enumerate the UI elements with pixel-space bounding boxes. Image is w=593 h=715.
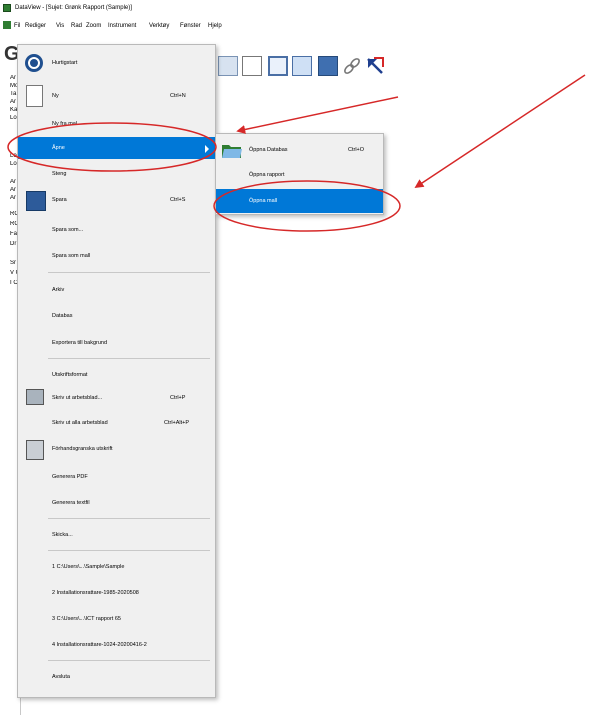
app-icon bbox=[3, 4, 11, 12]
menu-item-label: 2 Installationsrattare-1985-2020508 bbox=[52, 590, 139, 596]
file-menu: Hurtigstart Ny Ctrl+N Ny fra mal Åpne St… bbox=[17, 44, 216, 698]
menu-item-recent-3[interactable]: 3 C:\Users\...\ICT rapport 65 bbox=[18, 607, 215, 631]
menu-item-label: 4 Installationsrattare-1024-20200416-2 bbox=[52, 642, 147, 648]
link-toolbar-icon[interactable] bbox=[342, 56, 362, 76]
menu-item-generate-pdf[interactable]: Generera PDF bbox=[18, 465, 215, 489]
submenu-item-shortcut: Ctrl+O bbox=[348, 147, 365, 153]
menu-item-database[interactable]: Databas bbox=[18, 304, 215, 328]
menu-item-print-preview[interactable]: Förhandsgranska utskrift bbox=[18, 437, 215, 463]
menu-item-label: Avsluta bbox=[52, 674, 70, 680]
menu-item-label: Databas bbox=[52, 313, 73, 319]
open-submenu: Öppna Databas Ctrl+O Öppna rapport Öppna… bbox=[215, 133, 384, 215]
quickstart-header[interactable]: Hurtigstart bbox=[18, 49, 215, 77]
menu-item-label: Exportera till bakgrund bbox=[52, 340, 108, 346]
menu-item-shortcut: Ctrl+P bbox=[170, 395, 186, 401]
menu-item-label: Spara som mall bbox=[52, 253, 91, 259]
menu-separator bbox=[48, 518, 210, 519]
menu-item-label: Åpne bbox=[52, 145, 65, 151]
save-disk-icon bbox=[26, 191, 46, 211]
menu-vis[interactable]: Vis bbox=[56, 23, 64, 29]
menu-item-shortcut: Ctrl+S bbox=[170, 197, 186, 203]
menu-item-send[interactable]: Skicka... bbox=[18, 523, 215, 547]
menu-item-open[interactable]: Åpne bbox=[18, 137, 215, 159]
menu-item-label: Spara som... bbox=[52, 227, 84, 233]
submenu-arrow-icon bbox=[205, 145, 209, 153]
submenu-item-open-report[interactable]: Öppna rapport bbox=[216, 163, 383, 187]
menu-item-generate-textfile[interactable]: Generera textfil bbox=[18, 491, 215, 515]
menu-rediger[interactable]: Rediger bbox=[25, 23, 46, 29]
menu-item-label: Arkiv bbox=[52, 287, 65, 293]
menu-item-recent-4[interactable]: 4 Installationsrattare-1024-20200416-2 bbox=[18, 633, 215, 657]
menu-separator bbox=[48, 272, 210, 273]
select-toolbar-icon[interactable] bbox=[268, 56, 288, 76]
menu-item-label: Spara bbox=[52, 197, 67, 203]
annotation-arrow-1 bbox=[236, 96, 399, 134]
menu-item-save-as-template[interactable]: Spara som mall bbox=[18, 244, 215, 268]
book-toolbar-icon[interactable] bbox=[318, 56, 338, 76]
quickstart-icon bbox=[25, 54, 43, 72]
menu-item-exit[interactable]: Avsluta bbox=[18, 665, 215, 689]
menu-item-save-as[interactable]: Spara som... bbox=[18, 218, 215, 242]
menu-item-shortcut: Ctrl+Alt+P bbox=[164, 420, 190, 426]
menu-item-export-background[interactable]: Exportera till bakgrund bbox=[18, 331, 215, 355]
open-folder-icon bbox=[222, 145, 242, 158]
menu-item-save[interactable]: Spara Ctrl+S bbox=[18, 188, 215, 214]
title-bar: DataView - [Sujet: Grønk Rapport (Sample… bbox=[0, 0, 593, 17]
menu-zoom[interactable]: Zoom bbox=[86, 23, 101, 29]
menu-rad[interactable]: Rad bbox=[71, 23, 82, 29]
menu-fil[interactable]: Fil bbox=[14, 23, 20, 29]
menu-item-label: Skriv ut alla arbetsblad bbox=[52, 420, 108, 426]
window-title: DataView - [Sujet: Grønk Rapport (Sample… bbox=[15, 5, 132, 11]
menu-item-label: 1 C:\Users\...\Sample\Sample bbox=[52, 564, 125, 570]
menu-item-print-format[interactable]: Utskriftsformat bbox=[18, 363, 215, 387]
menu-item-label: Förhandsgranska utskrift bbox=[52, 446, 113, 452]
menu-item-label: Generera PDF bbox=[52, 474, 88, 480]
new-document-icon bbox=[26, 85, 43, 107]
menu-item-label: Steng bbox=[52, 171, 67, 177]
submenu-item-label: Öppna mall bbox=[249, 198, 278, 204]
pointer-arrow-toolbar-icon[interactable] bbox=[365, 56, 385, 76]
menu-separator bbox=[48, 660, 210, 661]
menu-item-label: Generera textfil bbox=[52, 500, 90, 506]
printer-icon bbox=[26, 389, 44, 405]
menu-item-archive[interactable]: Arkiv bbox=[18, 278, 215, 302]
menu-fonster[interactable]: Fønster bbox=[180, 23, 201, 29]
submenu-item-open-database[interactable]: Öppna Databas Ctrl+O bbox=[216, 138, 383, 162]
menu-item-print-all-sheets[interactable]: Skriv ut alla arbetsblad Ctrl+Alt+P bbox=[18, 411, 215, 435]
menu-item-label: Ny bbox=[52, 93, 59, 99]
document-icon bbox=[3, 21, 11, 29]
menu-bar: Fil Rediger Vis Rad Zoom Instrument Verk… bbox=[0, 18, 593, 32]
menu-item-label: 3 C:\Users\...\ICT rapport 65 bbox=[52, 616, 121, 622]
quickstart-label: Hurtigstart bbox=[52, 60, 78, 66]
menu-verktoy[interactable]: Verktøy bbox=[149, 23, 169, 29]
submenu-item-open-template[interactable]: Öppna mall bbox=[216, 189, 383, 213]
menu-item-label: Ny fra mal bbox=[52, 121, 78, 127]
annotation-arrow-2 bbox=[414, 74, 586, 188]
chart-toolbar-icon[interactable] bbox=[292, 56, 312, 76]
menu-item-print-sheet[interactable]: Skriv ut arbetsblad... Ctrl+P bbox=[18, 385, 215, 411]
page-toolbar-icon[interactable] bbox=[242, 56, 262, 76]
menu-hjelp[interactable]: Hjelp bbox=[208, 23, 222, 29]
menu-item-label: Skriv ut arbetsblad... bbox=[52, 395, 103, 401]
menu-separator bbox=[48, 358, 210, 359]
submenu-item-label: Öppna rapport bbox=[249, 172, 285, 178]
print-preview-icon bbox=[26, 440, 44, 460]
menu-separator bbox=[48, 550, 210, 551]
menu-item-recent-2[interactable]: 2 Installationsrattare-1985-2020508 bbox=[18, 581, 215, 605]
menu-item-label: Utskriftsformat bbox=[52, 372, 88, 378]
menu-item-new-from-template[interactable]: Ny fra mal bbox=[18, 112, 215, 136]
submenu-item-label: Öppna Databas bbox=[249, 147, 288, 153]
save-toolbar-icon[interactable] bbox=[218, 56, 238, 76]
menu-instrument[interactable]: Instrument bbox=[108, 23, 136, 29]
menu-item-close[interactable]: Steng bbox=[18, 162, 215, 186]
menu-item-shortcut: Ctrl+N bbox=[170, 93, 186, 99]
menu-item-label: Skicka... bbox=[52, 532, 73, 538]
menu-item-recent-1[interactable]: 1 C:\Users\...\Sample\Sample bbox=[18, 555, 215, 579]
menu-item-new[interactable]: Ny Ctrl+N bbox=[18, 81, 215, 111]
